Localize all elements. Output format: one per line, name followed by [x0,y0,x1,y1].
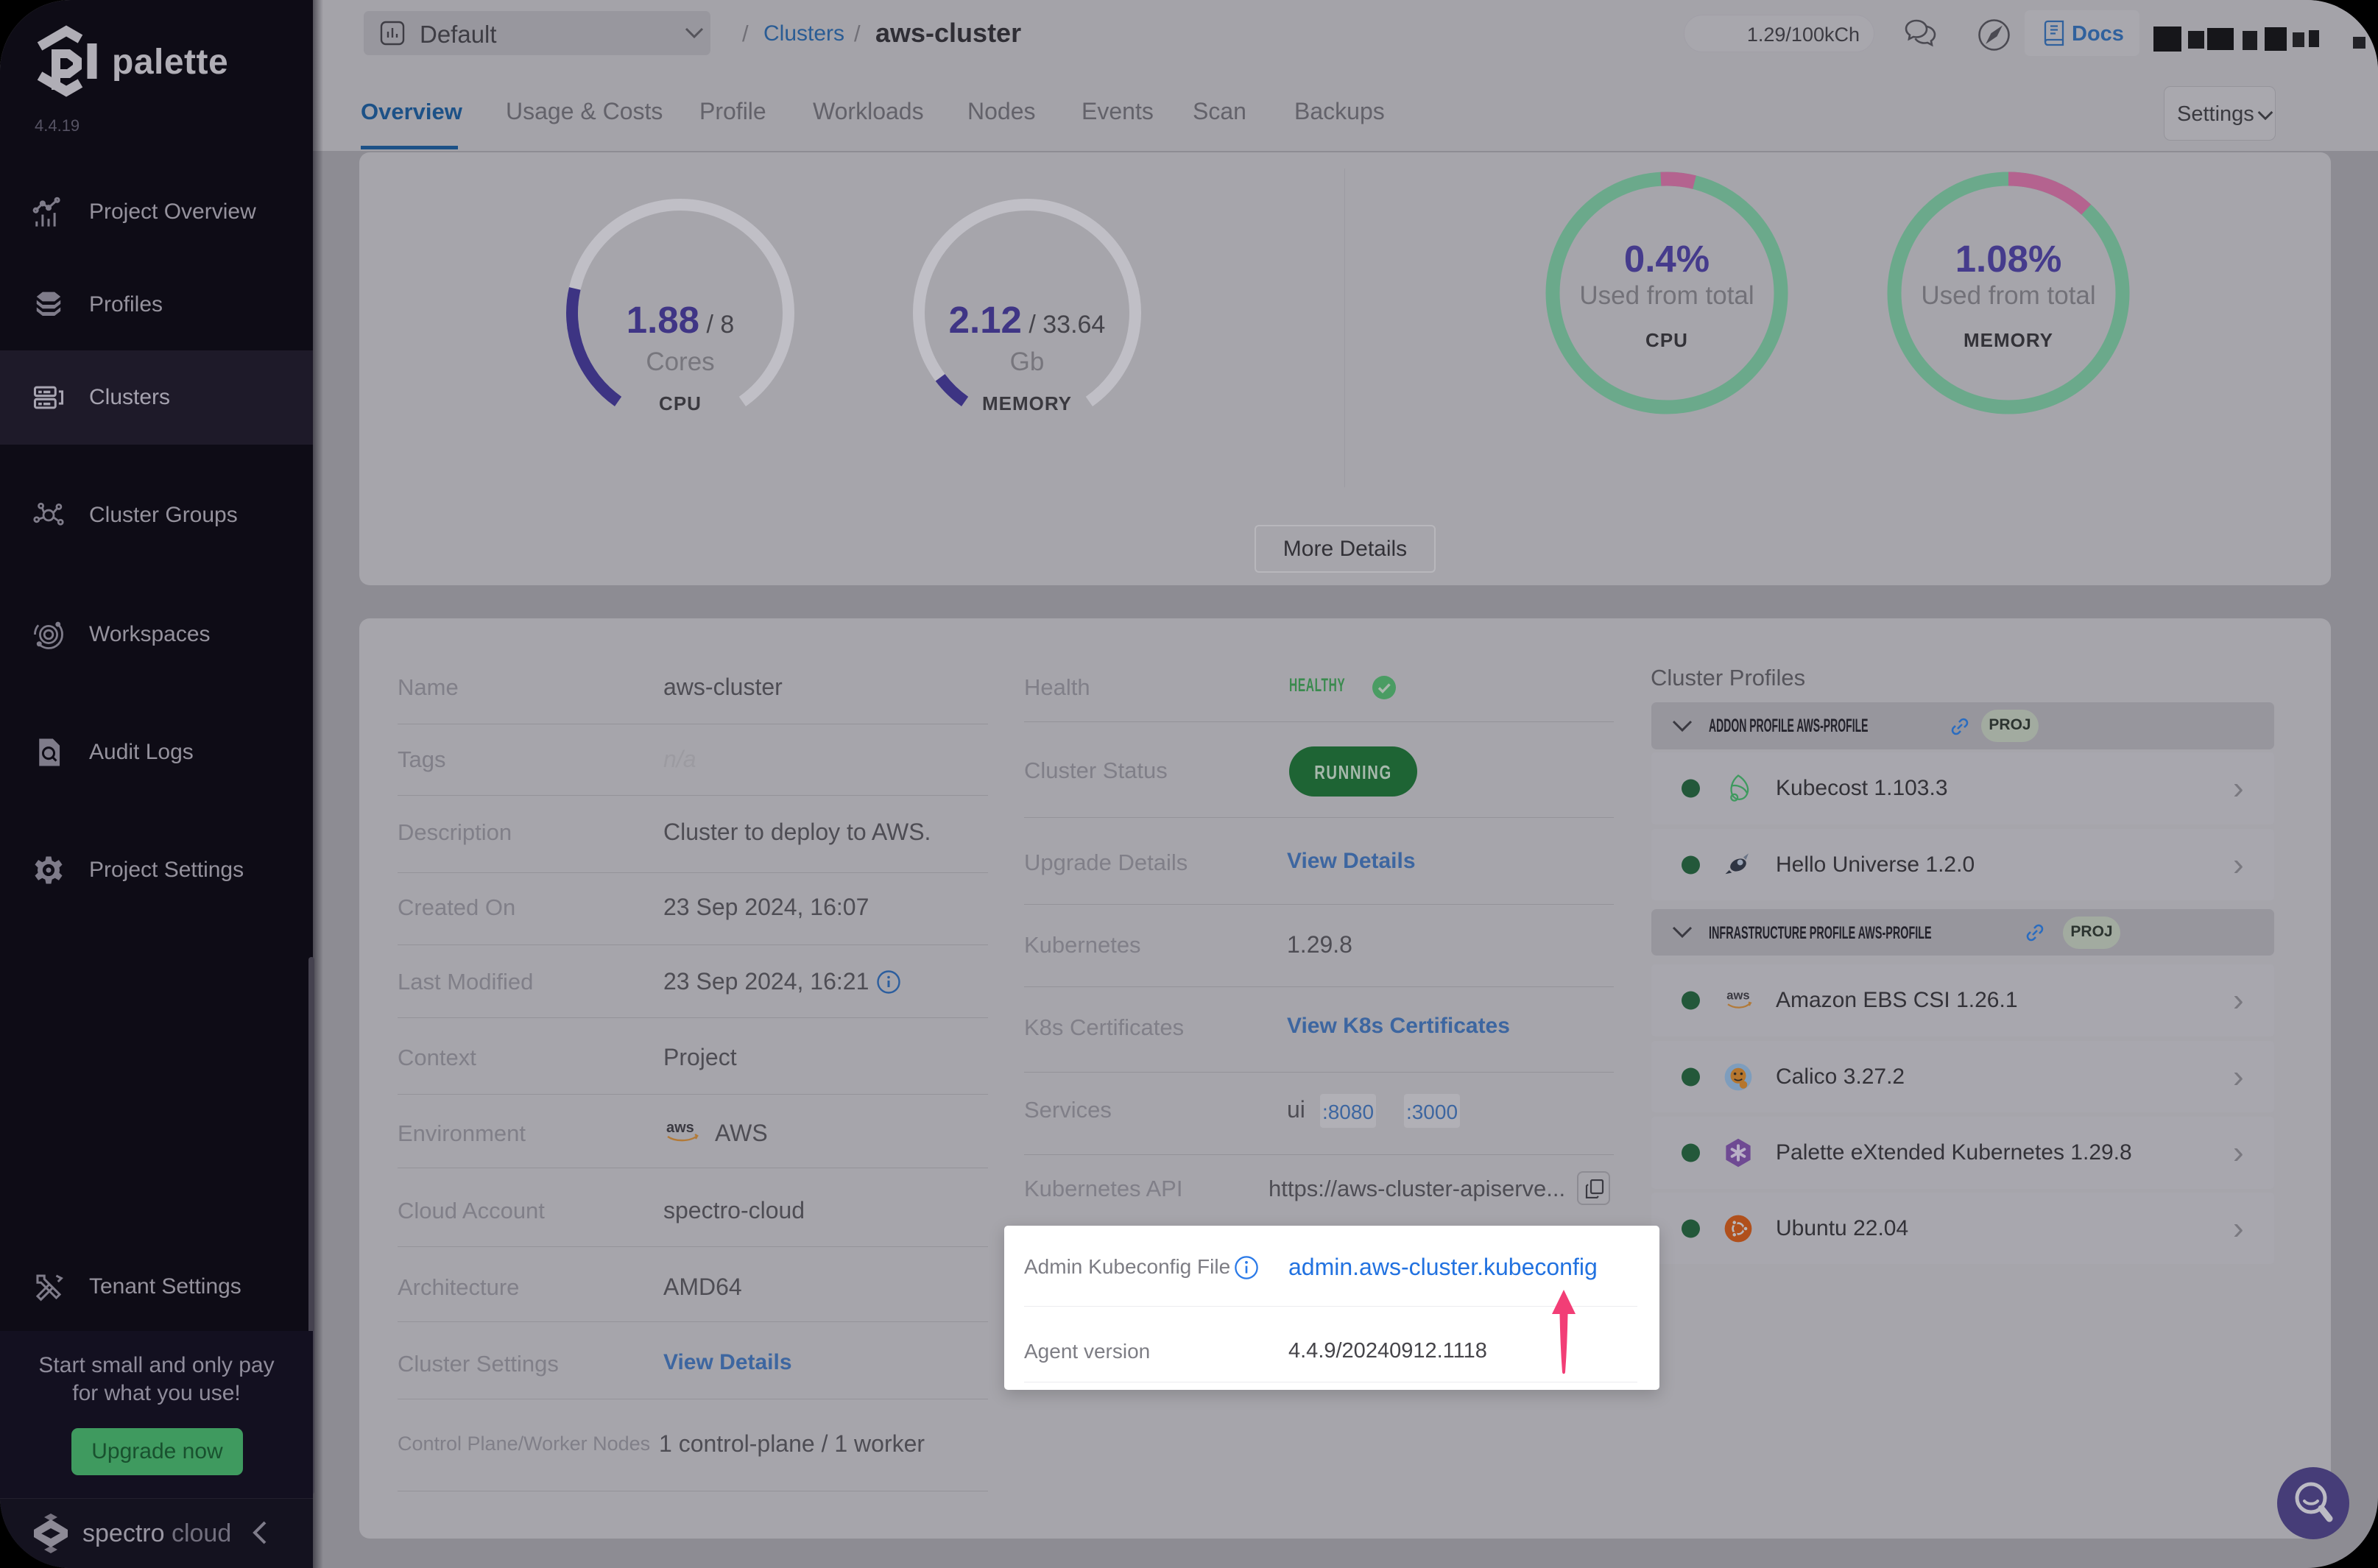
svg-text:aws: aws [666,1120,694,1136]
svg-text:aws: aws [1726,988,1749,1002]
